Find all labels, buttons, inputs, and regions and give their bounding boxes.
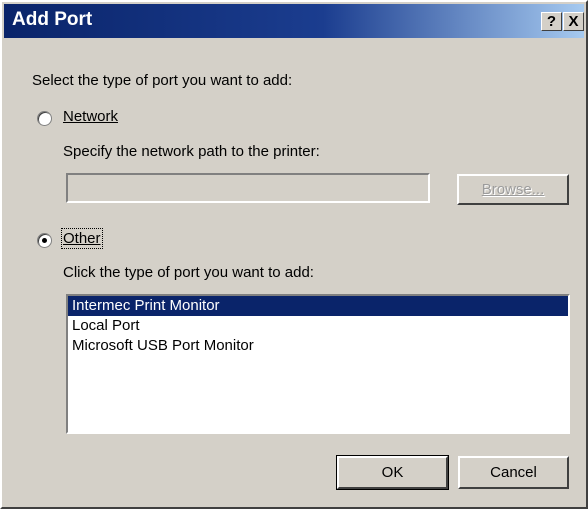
- ok-button-label: OK: [381, 464, 404, 481]
- network-radio[interactable]: [37, 111, 52, 126]
- close-button[interactable]: X: [563, 12, 584, 31]
- cancel-button-label: Cancel: [490, 464, 537, 481]
- close-icon: X: [568, 13, 579, 30]
- network-path-input[interactable]: [66, 173, 430, 203]
- cancel-button[interactable]: Cancel: [458, 456, 569, 489]
- question-mark-icon: ?: [546, 13, 557, 30]
- browse-button[interactable]: Browse...: [457, 174, 569, 205]
- other-radio[interactable]: [37, 233, 52, 248]
- help-button[interactable]: ?: [541, 12, 562, 31]
- list-item[interactable]: Microsoft USB Port Monitor: [68, 336, 568, 356]
- browse-button-label: Browse...: [481, 181, 545, 198]
- ok-button[interactable]: OK: [336, 455, 449, 490]
- list-item[interactable]: Intermec Print Monitor: [68, 296, 568, 316]
- window-title: Add Port: [12, 9, 93, 30]
- list-item[interactable]: Local Port: [68, 316, 568, 336]
- radio-selected-dot: [42, 238, 47, 243]
- title-bar[interactable]: Add Port ? X: [4, 4, 584, 38]
- network-path-prompt: Specify the network path to the printer:: [63, 143, 320, 160]
- other-radio-label[interactable]: Other: [61, 228, 103, 249]
- add-port-dialog: Add Port ? X Select the type of port you…: [0, 0, 588, 509]
- port-type-prompt: Click the type of port you want to add:: [63, 264, 314, 281]
- instruction-text: Select the type of port you want to add:: [32, 72, 293, 89]
- port-type-listbox[interactable]: Intermec Print Monitor Local Port Micros…: [66, 294, 570, 434]
- network-radio-label[interactable]: Network: [63, 108, 118, 125]
